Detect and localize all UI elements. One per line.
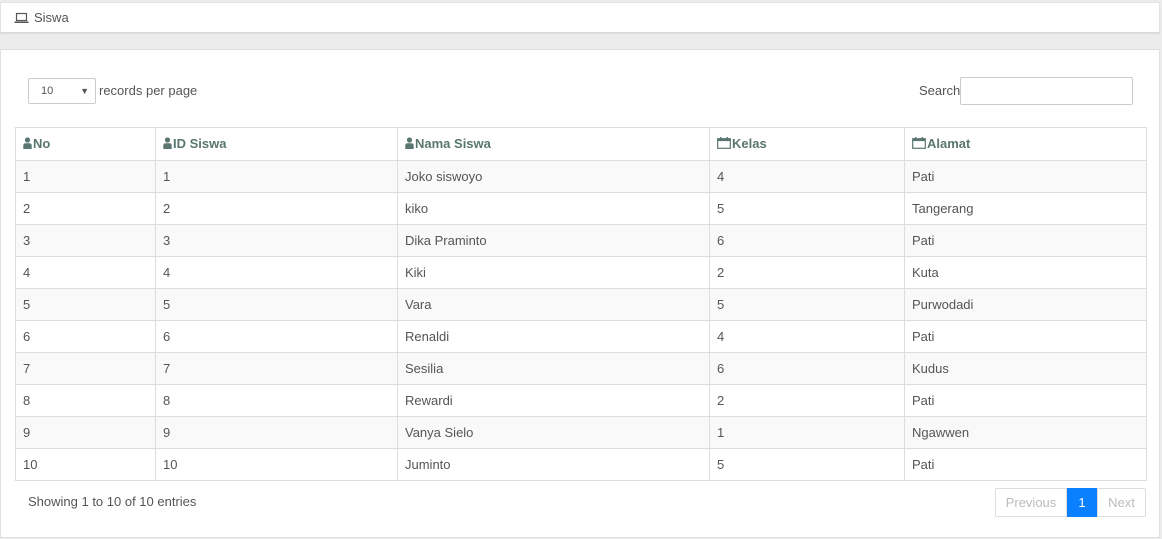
table-cell: 4 (15, 256, 156, 289)
table-cell: 9 (15, 416, 156, 449)
laptop-icon (14, 12, 29, 24)
table-cell: 2 (709, 384, 905, 417)
column-header-label: No (33, 135, 51, 151)
table-cell: 6 (709, 352, 905, 385)
page-header: Siswa (0, 2, 1160, 33)
table-cell: 3 (15, 224, 156, 257)
table-cell: 2 (155, 192, 398, 225)
table-cell: 8 (155, 384, 398, 417)
table-row: 1 1 Joko siswoyo 4 Pati (15, 160, 1147, 193)
table-row: 10 10 Juminto 5 Pati (15, 448, 1147, 481)
table-cell: Juminto (397, 448, 710, 481)
table-cell: 10 (15, 448, 156, 481)
table-cell: 4 (709, 320, 905, 353)
table-cell: Sesilia (397, 352, 710, 385)
column-header[interactable]: ID Siswa (155, 127, 398, 161)
column-header[interactable]: Kelas (709, 127, 905, 161)
table-cell: Pati (904, 320, 1147, 353)
column-header-label: ID Siswa (173, 135, 227, 151)
table-row: 8 8 Rewardi 2 Pati (15, 384, 1147, 417)
page-length-label: records per page (99, 83, 198, 98)
table-cell: 5 (709, 192, 905, 225)
column-header-label: Nama Siswa (415, 135, 491, 151)
table-cell: 6 (15, 320, 156, 353)
user-icon (23, 137, 33, 150)
content-panel: 10 ▼ records per page Search: No ID Siswa… (0, 49, 1160, 538)
table-body: 1 1 Joko siswoyo 4 Pati 2 2 kiko 5 Tangerang 3 3 Dik… (15, 160, 1147, 481)
table-cell: Kuta (904, 256, 1147, 289)
table-cell: Joko siswoyo (397, 160, 710, 193)
table-cell: Vara (397, 288, 710, 321)
table-cell: 5 (155, 288, 398, 321)
chevron-down-icon: ▼ (80, 86, 89, 96)
students-table: No ID Siswa Nama Siswa Kelas Alamat 1 1 Joko s… (15, 127, 1147, 481)
table-cell: 4 (155, 256, 398, 289)
table-cell: 3 (155, 224, 398, 257)
table-cell: 5 (709, 288, 905, 321)
table-cell: Dika Praminto (397, 224, 710, 257)
table-cell: 8 (15, 384, 156, 417)
table-cell: Pati (904, 448, 1147, 481)
table-cell: 1 (155, 160, 398, 193)
calendar-icon (912, 137, 927, 150)
table-cell: Tangerang (904, 192, 1147, 225)
table-cell: Kiki (397, 256, 710, 289)
table-cell: Rewardi (397, 384, 710, 417)
search-input[interactable] (960, 77, 1133, 105)
table-header-row: No ID Siswa Nama Siswa Kelas Alamat (15, 127, 1147, 161)
table-cell: 7 (15, 352, 156, 385)
table-cell: 1 (15, 160, 156, 193)
table-row: 2 2 kiko 5 Tangerang (15, 192, 1147, 225)
previous-page-button[interactable]: Previous (995, 488, 1067, 517)
table-cell: 6 (709, 224, 905, 257)
column-header-label: Alamat (927, 135, 971, 151)
table-cell: 1 (709, 416, 905, 449)
page-length-select[interactable]: 10 ▼ (28, 78, 96, 104)
column-header[interactable]: No (15, 127, 156, 161)
table-info: Showing 1 to 10 of 10 entries (28, 494, 197, 509)
table-cell: Pati (904, 224, 1147, 257)
table-cell: Renaldi (397, 320, 710, 353)
table-row: 6 6 Renaldi 4 Pati (15, 320, 1147, 353)
page-length-value: 10 (41, 85, 54, 97)
table-cell: 5 (709, 448, 905, 481)
table-row: 3 3 Dika Praminto 6 Pati (15, 224, 1147, 257)
table-cell: 6 (155, 320, 398, 353)
table-cell: Pati (904, 384, 1147, 417)
user-icon (405, 137, 415, 150)
table-cell: 5 (15, 288, 156, 321)
page-title: Siswa (34, 10, 69, 25)
calendar-icon (717, 137, 732, 150)
table-cell: Ngawwen (904, 416, 1147, 449)
column-header-label: Kelas (732, 135, 767, 151)
table-cell: Pati (904, 160, 1147, 193)
table-cell: kiko (397, 192, 710, 225)
table-cell: Kudus (904, 352, 1147, 385)
page-1-button[interactable]: 1 (1067, 488, 1097, 517)
table-row: 4 4 Kiki 2 Kuta (15, 256, 1147, 289)
table-cell: 7 (155, 352, 398, 385)
pagination: Previous 1 Next (995, 488, 1146, 517)
table-row: 5 5 Vara 5 Purwodadi (15, 288, 1147, 321)
table-row: 9 9 Vanya Sielo 1 Ngawwen (15, 416, 1147, 449)
column-header[interactable]: Nama Siswa (397, 127, 710, 161)
search-label: Search: (919, 83, 964, 98)
next-page-button[interactable]: Next (1097, 488, 1146, 517)
table-cell: 2 (15, 192, 156, 225)
table-cell: 2 (709, 256, 905, 289)
table-cell: Vanya Sielo (397, 416, 710, 449)
table-cell: 9 (155, 416, 398, 449)
column-header[interactable]: Alamat (904, 127, 1147, 161)
table-cell: 10 (155, 448, 398, 481)
table-cell: Purwodadi (904, 288, 1147, 321)
table-cell: 4 (709, 160, 905, 193)
table-row: 7 7 Sesilia 6 Kudus (15, 352, 1147, 385)
user-icon (163, 137, 173, 150)
